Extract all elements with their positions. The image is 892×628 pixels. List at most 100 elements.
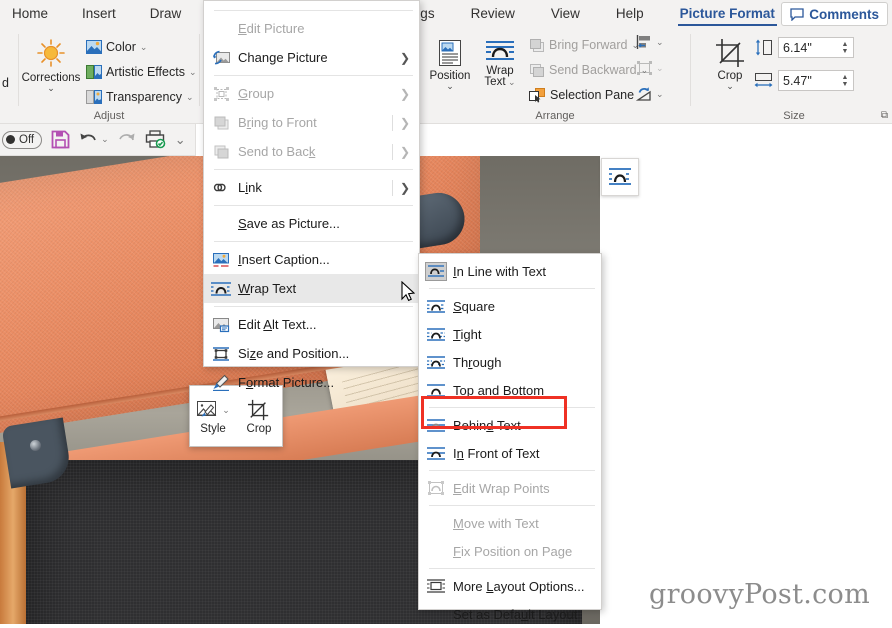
- inline-with-text-icon: [419, 262, 453, 281]
- width-spinner[interactable]: ▲ ▼: [839, 74, 853, 88]
- rotate-objects-button[interactable]: ⌄: [636, 86, 664, 102]
- submenu-item-tight[interactable]: Tight: [419, 320, 601, 348]
- submenu-item-fix-position-on-page[interactable]: Fix Position on Page: [419, 537, 601, 565]
- layout-options-button[interactable]: [601, 158, 639, 196]
- chevron-down-icon[interactable]: ⌄: [222, 405, 230, 416]
- color-button[interactable]: Color ⌄: [84, 36, 149, 58]
- mini-style-button[interactable]: ⌄ Style: [192, 399, 234, 435]
- color-label: Color: [106, 40, 136, 54]
- menu-item-insert-caption[interactable]: Insert Caption...: [204, 245, 419, 274]
- transparency-button[interactable]: Transparency ⌄: [84, 86, 196, 108]
- shape-width-icon: [754, 72, 773, 89]
- align-icon: [636, 34, 653, 50]
- selection-pane-icon: [529, 88, 546, 103]
- bring-forward-button[interactable]: Bring Forward ⌄: [527, 34, 641, 56]
- submenu-item-edit-wrap-points[interactable]: Edit Wrap Points: [419, 474, 601, 502]
- shape-height-row: 6.14" ▲ ▼: [754, 37, 854, 58]
- group-objects-button[interactable]: ⌄: [636, 60, 664, 76]
- menu-item-send-to-back[interactable]: Send to Back ❯: [204, 137, 419, 166]
- selection-pane-button[interactable]: Selection Pane: [527, 84, 636, 106]
- tab-home[interactable]: Home: [2, 0, 58, 28]
- menu-label: Insert Caption...: [238, 252, 413, 267]
- align-objects-button[interactable]: ⌄: [636, 34, 664, 50]
- square-wrap-icon: [419, 299, 453, 314]
- submenu-item-through[interactable]: Through: [419, 348, 601, 376]
- ribbon-body: d Corrections ⌄: [0, 28, 892, 124]
- wrap-text-label-line2: Text: [484, 76, 505, 88]
- menu-item-wrap-text[interactable]: Wrap Text ❯: [204, 274, 419, 303]
- ribbon-tab-bar: Home Insert Draw D Mailings Review View …: [0, 0, 892, 28]
- menu-item-link[interactable]: Link ❯: [204, 173, 419, 202]
- comments-button[interactable]: Comments: [781, 2, 888, 26]
- menu-item-bring-to-front[interactable]: Bring to Front ❯: [204, 108, 419, 137]
- transparency-icon: [86, 90, 102, 104]
- undo-icon[interactable]: ⌄: [79, 131, 109, 148]
- mini-crop-button[interactable]: Crop: [238, 399, 280, 435]
- wrap-text-icon: [204, 281, 238, 297]
- artistic-effects-label: Artistic Effects: [106, 65, 185, 79]
- submenu-item-in-front-of-text[interactable]: In Front of Text: [419, 439, 601, 467]
- edit-wrap-points-icon: [419, 480, 453, 496]
- tab-picture-format[interactable]: Picture Format: [670, 0, 785, 28]
- menu-item-edit-alt-text[interactable]: Edit Alt Text...: [204, 310, 419, 339]
- menu-label: Edit Alt Text...: [238, 317, 413, 332]
- menu-item-group[interactable]: Group ❯: [204, 79, 419, 108]
- tab-draw[interactable]: Draw: [140, 0, 192, 28]
- quick-access-toolbar: Off ⌄: [0, 124, 196, 156]
- adjust-clipped-label: d: [2, 76, 9, 90]
- autosave-state-label: Off: [19, 134, 34, 146]
- tab-help[interactable]: Help: [606, 0, 654, 28]
- wrap-text-icon: [607, 166, 633, 188]
- wrap-text-ribbon-button[interactable]: Wrap Text ⌄: [476, 34, 524, 88]
- corrections-button[interactable]: Corrections ⌄: [23, 34, 79, 92]
- menu-item-edit-picture[interactable]: Edit Picture: [204, 14, 419, 43]
- shape-height-value: 6.14": [783, 41, 812, 55]
- menu-item-format-picture[interactable]: Format Picture...: [204, 368, 419, 397]
- save-icon[interactable]: [51, 130, 70, 149]
- chevron-down-icon[interactable]: ⌄: [101, 134, 109, 145]
- position-icon: [435, 38, 465, 68]
- transparency-label: Transparency: [106, 90, 182, 104]
- menu-item-save-as-picture[interactable]: Save as Picture...: [204, 209, 419, 238]
- autosave-toggle[interactable]: Off: [2, 131, 42, 149]
- tab-view[interactable]: View: [541, 0, 590, 28]
- tab-insert[interactable]: Insert: [72, 0, 126, 28]
- submenu-item-more-layout-options[interactable]: More Layout Options...: [419, 572, 601, 600]
- submenu-item-move-with-text[interactable]: Move with Text: [419, 509, 601, 537]
- spin-up-icon[interactable]: ▲: [842, 41, 849, 48]
- ribbon-group-arrange: Position ⌄ Wrap Text ⌄: [414, 28, 696, 124]
- toggle-knob-icon: [6, 135, 15, 144]
- spin-down-icon[interactable]: ▼: [842, 81, 849, 88]
- menu-item-change-picture[interactable]: Change Picture ❯: [204, 43, 419, 72]
- link-icon: [204, 180, 238, 195]
- crop-button[interactable]: Crop ⌄: [702, 34, 758, 90]
- mini-crop-label: Crop: [247, 423, 272, 435]
- send-backward-button[interactable]: Send Backward ⌄: [527, 59, 650, 81]
- spin-up-icon[interactable]: ▲: [842, 74, 849, 81]
- size-group-label: Size: [696, 110, 892, 122]
- menu-item-size-and-position[interactable]: Size and Position...: [204, 339, 419, 368]
- menu-label: Tight: [453, 327, 595, 342]
- menu-label: Bring to Front: [238, 115, 392, 130]
- redo-icon[interactable]: [118, 131, 136, 148]
- size-dialog-launcher[interactable]: ⧉: [881, 110, 888, 121]
- submenu-item-in-line-with-text[interactable]: In Line with Text: [419, 257, 601, 285]
- rotate-icon: [636, 86, 653, 102]
- more-layout-options-icon: [419, 578, 453, 594]
- mini-style-label: Style: [200, 423, 226, 435]
- send-backward-label: Send Backward: [549, 63, 637, 77]
- spin-down-icon[interactable]: ▼: [842, 48, 849, 55]
- submenu-item-top-and-bottom[interactable]: Top and Bottom: [419, 376, 601, 404]
- submenu-item-behind-text[interactable]: Behind Text: [419, 411, 601, 439]
- top-bottom-wrap-icon: [419, 383, 453, 398]
- shape-width-input[interactable]: 5.47" ▲ ▼: [778, 70, 854, 91]
- customize-qat-icon[interactable]: ⌄: [175, 132, 186, 148]
- position-button[interactable]: Position ⌄: [422, 34, 478, 90]
- height-spinner[interactable]: ▲ ▼: [839, 41, 853, 55]
- submenu-item-square[interactable]: Square: [419, 292, 601, 320]
- print-preview-icon[interactable]: [145, 130, 166, 149]
- artistic-effects-button[interactable]: Artistic Effects ⌄: [84, 61, 199, 83]
- shape-height-input[interactable]: 6.14" ▲ ▼: [778, 37, 854, 58]
- tab-review[interactable]: Review: [461, 0, 525, 28]
- edit-alt-text-icon: [204, 317, 238, 333]
